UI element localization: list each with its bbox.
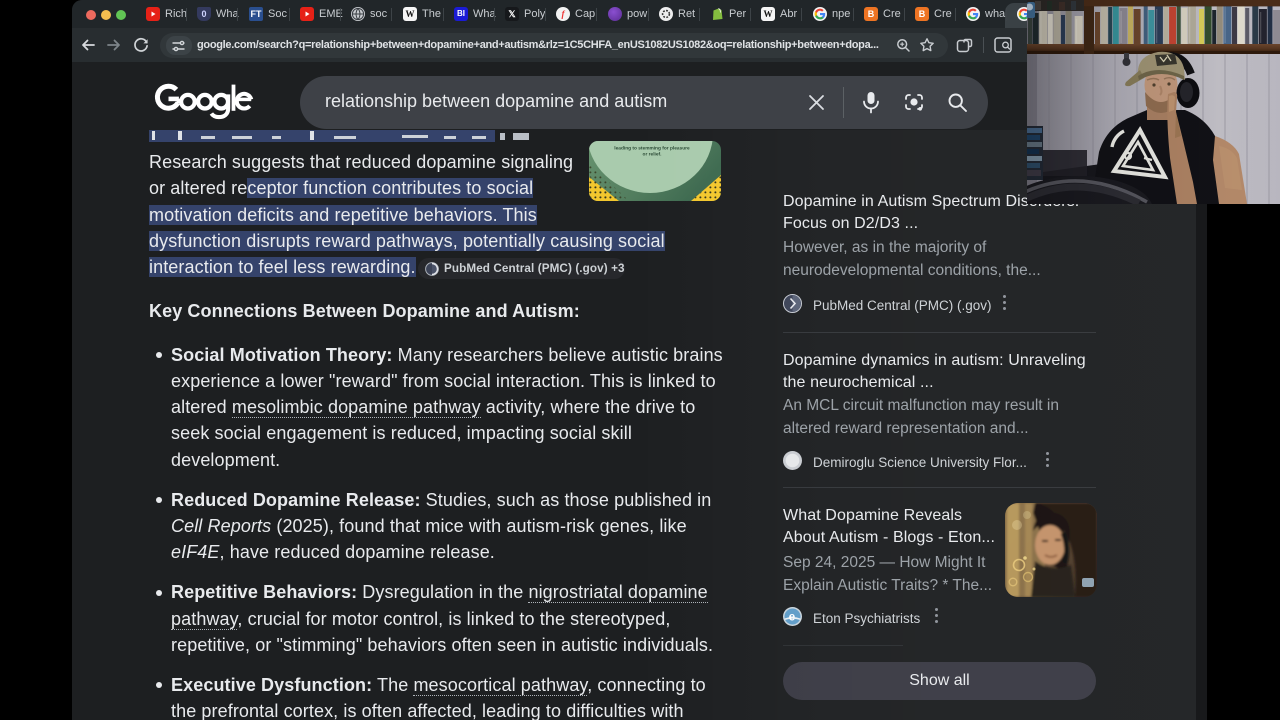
svg-text:e: e [789, 612, 795, 624]
